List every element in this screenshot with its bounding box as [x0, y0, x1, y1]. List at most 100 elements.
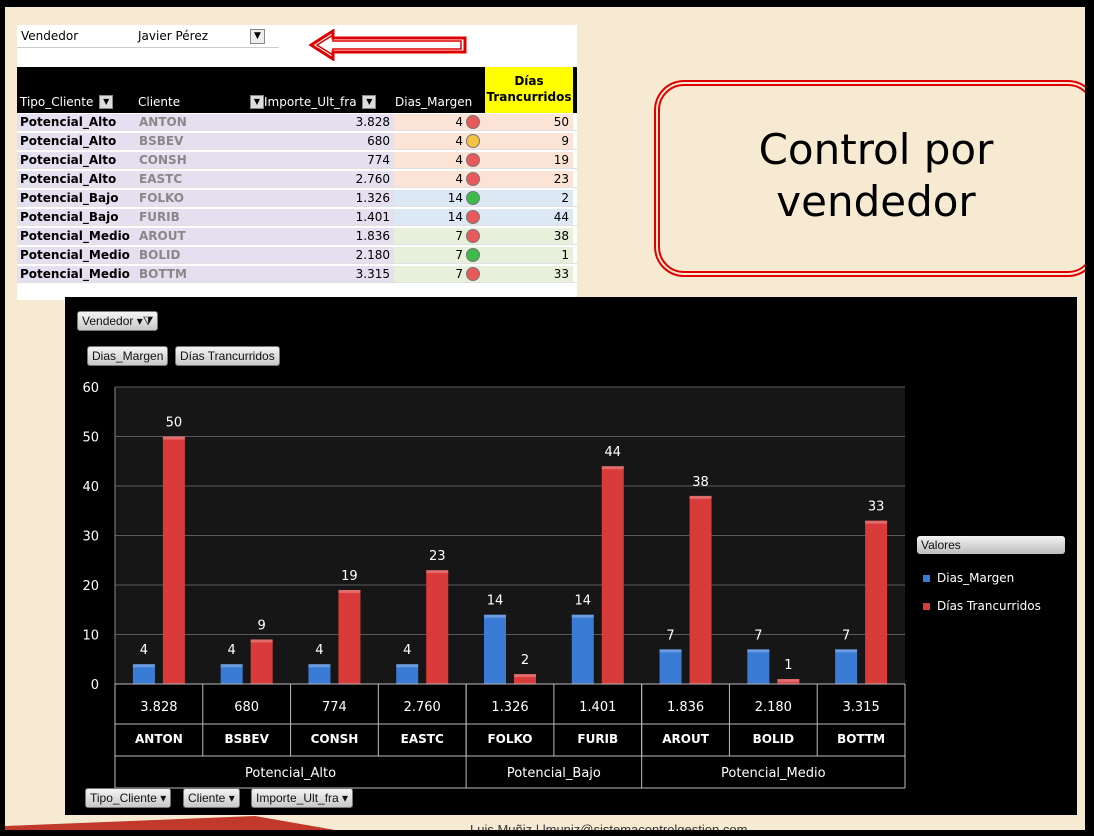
legend-label: Dias_Margen — [937, 571, 1015, 585]
data-label: 33 — [868, 500, 885, 515]
header-dias-trancurridos[interactable]: Días Trancurridos — [485, 67, 573, 113]
bar-highlight — [747, 649, 770, 653]
data-label: 7 — [754, 628, 762, 643]
data-label: 4 — [315, 643, 323, 658]
x-importe-label: 2.180 — [755, 700, 792, 715]
x-importe-label: 1.836 — [667, 700, 704, 715]
bar — [865, 520, 888, 684]
data-label: 4 — [403, 643, 411, 658]
x-category-label: BOTTM — [837, 732, 885, 746]
x-importe-label: 2.760 — [404, 700, 441, 715]
x-category-label: ANTON — [135, 732, 183, 746]
y-tick-label: 0 — [91, 678, 99, 693]
legend-swatch — [923, 603, 930, 610]
bar-highlight — [865, 520, 888, 524]
status-light-icon — [466, 191, 480, 205]
bar — [835, 649, 858, 684]
cell-tipo-cliente: Potencial_Medio — [17, 266, 137, 282]
header-dias-line1: Días — [514, 74, 544, 88]
header-tipo-cliente[interactable]: Tipo_Cliente ▼ — [20, 95, 114, 109]
chart-plot-area: 0 10 20 30 40 50 60 4 50 3.828 ANTON 4 9 680 BSBEV 4 19 7… — [82, 381, 906, 789]
bar-highlight — [514, 674, 536, 678]
cell-cliente: CONSH — [137, 152, 262, 168]
bar-highlight — [426, 570, 449, 574]
bar-highlight — [484, 614, 506, 618]
cell-dias-trancurridos: 1 — [485, 247, 573, 263]
axis-button-tipo-cliente[interactable]: Tipo_Cliente ▾ — [85, 788, 172, 808]
cell-cliente: BOTTM — [137, 266, 262, 282]
y-tick-label: 40 — [82, 480, 99, 495]
bar-highlight — [571, 614, 594, 618]
axis-button-cliente[interactable]: Cliente ▾ — [183, 788, 240, 808]
header-dias-margen[interactable]: Dias_Margen — [395, 95, 472, 109]
data-label: 38 — [692, 475, 709, 490]
cell-dias-trancurridos: 44 — [485, 209, 573, 225]
cell-cliente: FURIB — [137, 209, 262, 225]
filter-dropdown-icon[interactable]: ▼ — [250, 29, 265, 44]
table-row: Potencial_Bajo FURIB 1.401 14 44 — [17, 208, 577, 226]
table-row: Potencial_Medio BOTTM 3.315 7 33 — [17, 265, 577, 283]
bar-highlight — [689, 495, 712, 499]
x-importe-label: 1.401 — [579, 700, 616, 715]
status-light-icon — [466, 210, 480, 224]
bar — [162, 436, 185, 684]
footer-author: Luis Muñiz | lmuniz@sistemacontrolgestio… — [470, 822, 748, 830]
data-label: 1 — [784, 658, 792, 673]
x-importe-label: 680 — [234, 700, 259, 715]
legend-item-dias-margen: Dias_Margen — [923, 571, 1014, 585]
x-importe-label: 3.315 — [843, 700, 880, 715]
cell-dias-trancurridos: 50 — [485, 114, 573, 130]
bar — [659, 649, 682, 684]
slide: Vendedor Javier Pérez ▼ Tipo_Cliente ▼ C… — [5, 7, 1085, 830]
x-category-label: EASTC — [401, 732, 444, 746]
table-row: Potencial_Medio BOLID 2.180 7 1 — [17, 246, 577, 264]
data-label: 7 — [842, 628, 850, 643]
pivot-chart: Vendedor ▾⧩ Dias_Margen Días Trancurrido… — [65, 297, 1077, 815]
cell-dias-trancurridos: 38 — [485, 228, 573, 244]
status-light-icon — [466, 134, 480, 148]
header-cliente[interactable]: Cliente — [138, 95, 180, 109]
y-tick-label: 30 — [82, 530, 99, 545]
data-label: 44 — [605, 445, 622, 460]
x-category-label: CONSH — [311, 732, 359, 746]
bar-highlight — [308, 664, 331, 668]
dropdown-icon[interactable]: ▼ — [250, 95, 264, 109]
header-dias-line2: Trancurridos — [486, 90, 572, 104]
cell-dias-trancurridos: 9 — [485, 133, 573, 149]
cell-importe: 1.401 — [262, 209, 394, 225]
cell-dias-trancurridos: 2 — [485, 190, 573, 206]
cell-cliente: ANTON — [137, 114, 262, 130]
data-label: 7 — [666, 628, 674, 643]
x-category-label: FOLKO — [487, 732, 532, 746]
cell-cliente: FOLKO — [137, 190, 262, 206]
table-row: Potencial_Alto EASTC 2.760 4 23 — [17, 170, 577, 188]
axis-button-importe[interactable]: Importe_Ult_fra ▾ — [251, 788, 354, 808]
bar — [601, 466, 624, 684]
cell-importe: 2.180 — [262, 247, 394, 263]
bar-highlight — [250, 639, 273, 643]
x-category-label: FURIB — [577, 732, 618, 746]
cell-tipo-cliente: Potencial_Medio — [17, 247, 137, 263]
x-importe-label: 1.326 — [491, 700, 528, 715]
cell-importe: 3.828 — [262, 114, 394, 130]
table-row: Potencial_Alto ANTON 3.828 4 50 — [17, 113, 577, 131]
dropdown-icon[interactable]: ▼ — [362, 95, 377, 109]
cell-cliente: BOLID — [137, 247, 262, 263]
header-importe[interactable]: ▼ Importe_Ult_fra ▼ — [248, 95, 377, 109]
cell-tipo-cliente: Potencial_Alto — [17, 114, 137, 130]
bar — [338, 589, 361, 684]
dropdown-icon[interactable]: ▼ — [99, 95, 114, 109]
cell-cliente: BSBEV — [137, 133, 262, 149]
cell-importe: 3.315 — [262, 266, 394, 282]
x-group-label: Potencial_Medio — [721, 766, 826, 781]
filter-label: Vendedor — [21, 29, 79, 43]
legend-title[interactable]: Valores — [917, 536, 1065, 554]
data-label: 14 — [487, 594, 504, 609]
left-arrow-icon — [309, 29, 467, 61]
data-label: 19 — [341, 569, 358, 584]
filter-value: Javier Pérez — [138, 29, 209, 43]
cell-tipo-cliente: Potencial_Alto — [17, 133, 137, 149]
bar — [250, 639, 273, 684]
status-light-icon — [466, 267, 480, 281]
x-importe-label: 3.828 — [140, 700, 177, 715]
